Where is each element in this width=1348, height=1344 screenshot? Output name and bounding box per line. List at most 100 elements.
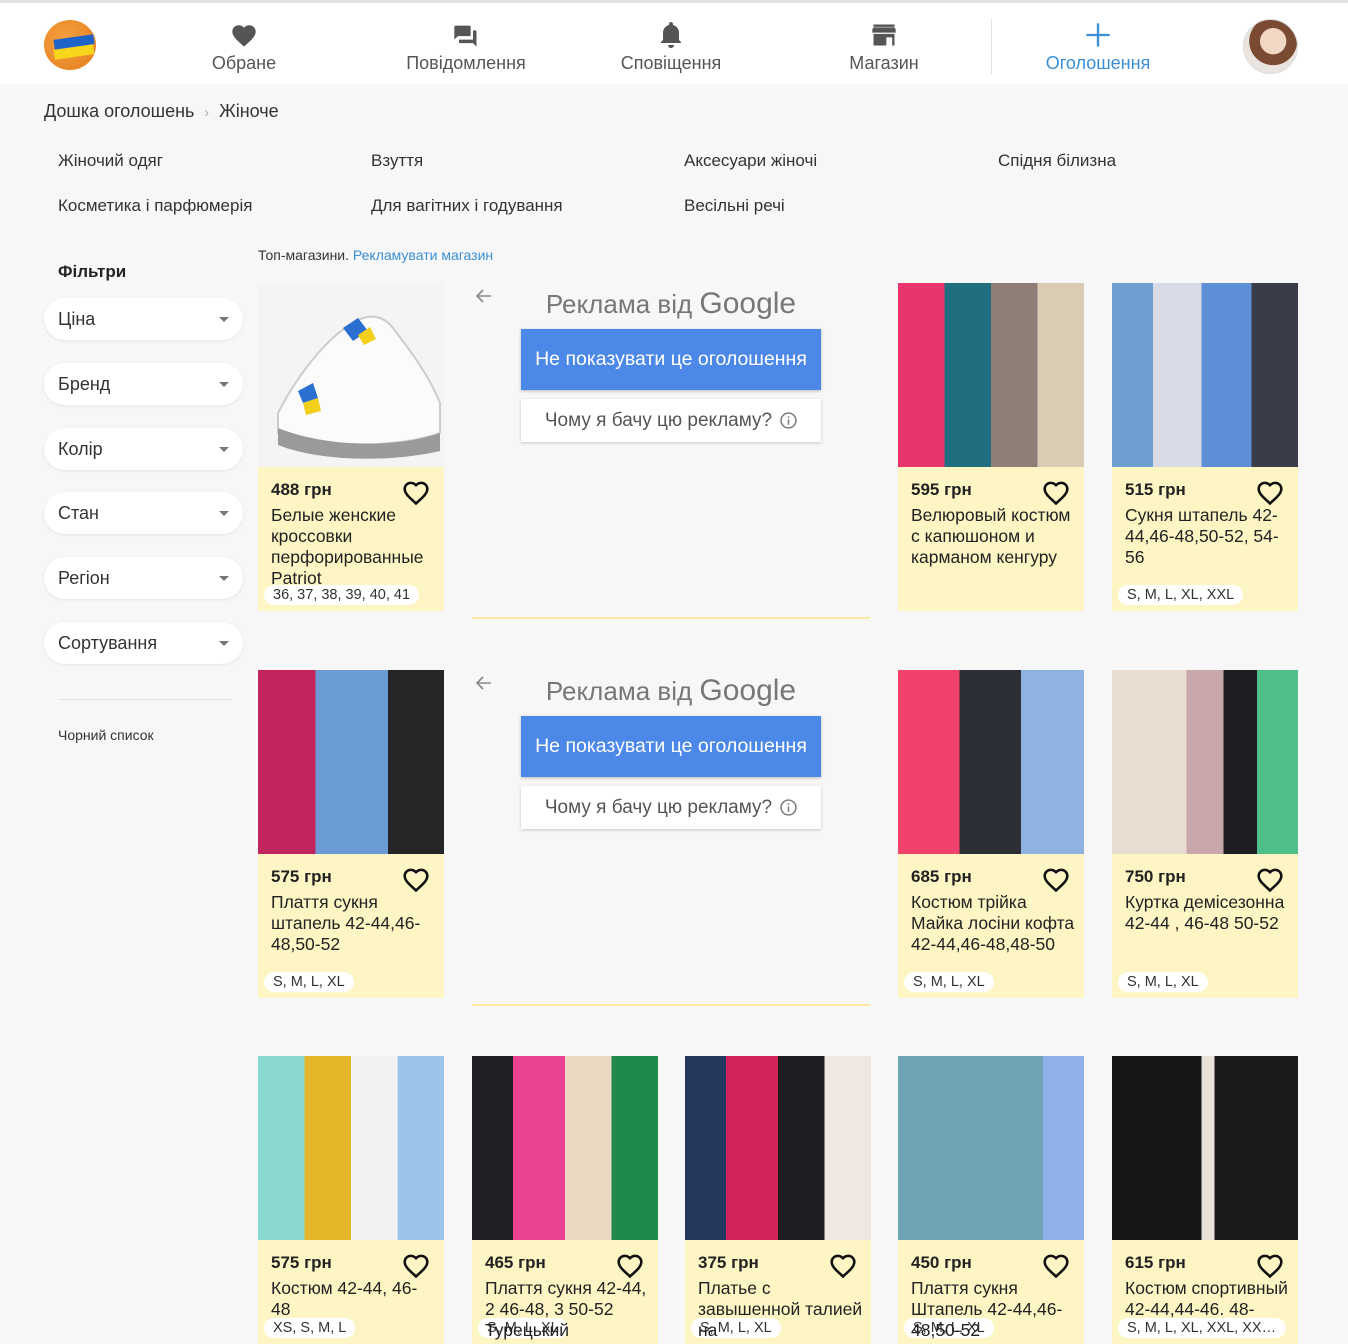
listing-card[interactable]: S, M, L, XL 450 грн Плаття сукня Штапель…	[898, 1056, 1084, 1344]
filters-divider	[58, 699, 231, 700]
category-link[interactable]: Косметика і парфюмерія	[58, 196, 252, 216]
listing-title[interactable]: Костюм спортивный 42-44,44-46. 48-	[1125, 1278, 1290, 1320]
blacklist-link[interactable]: Чорний список	[58, 727, 154, 743]
sizes-badge: XS, S, M, L	[264, 1318, 356, 1338]
nav-new-ad[interactable]: Оголошення	[1040, 21, 1156, 74]
heart-outline-icon[interactable]	[1042, 867, 1070, 893]
nav-divider	[991, 19, 992, 74]
sizes-badge: S, M, L, XL	[1118, 972, 1208, 992]
heart-outline-icon[interactable]	[616, 1253, 644, 1279]
sizes-badge: S, M, L, XL, XXL, XXXL	[1118, 1318, 1286, 1338]
bell-icon	[661, 22, 681, 48]
heart-outline-icon[interactable]	[1256, 480, 1284, 506]
listing-price: 575 грн	[271, 867, 332, 886]
nav-favorites[interactable]: Обране	[204, 21, 284, 74]
listing-title[interactable]: Плаття сукня 42-44, 2 46-48, 3 50-52 Тур…	[485, 1278, 650, 1341]
listing-card[interactable]: S, M, L, XL 375 грн Платье с завышенной …	[685, 1056, 871, 1344]
listing-card[interactable]: 36, 37, 38, 39, 40, 41 488 грн Белые жен…	[258, 283, 444, 611]
listing-price: 465 грн	[485, 1253, 546, 1272]
nav-messages[interactable]: Повідомлення	[398, 21, 534, 74]
heart-outline-icon[interactable]	[1042, 480, 1070, 506]
top-header: Обране Повідомлення Сповіщення Магазин О…	[0, 0, 1348, 84]
info-icon	[780, 799, 797, 816]
caret-down-icon	[219, 381, 229, 387]
listing-card[interactable]: S, M, L, XL 750 грн Куртка демісезонна 4…	[1112, 670, 1298, 998]
listing-image	[685, 1056, 871, 1240]
heart-outline-icon[interactable]	[1256, 867, 1284, 893]
listing-title[interactable]: Белые женские кроссовки перфорированные …	[271, 505, 436, 589]
filter-label: Стан	[58, 502, 99, 523]
listing-card[interactable]: S, M, L, XL 465 грн Плаття сукня 42-44, …	[472, 1056, 658, 1344]
heart-outline-icon[interactable]	[402, 1253, 430, 1279]
heart-icon	[232, 25, 256, 47]
listing-title[interactable]: Платье с завышенной талией на	[698, 1278, 863, 1341]
category-link[interactable]: Для вагітних і годування	[371, 196, 563, 216]
google-ad-block: Реклама від Google Не показувати це огол…	[472, 284, 870, 619]
user-avatar[interactable]	[1243, 19, 1298, 74]
advertise-shop-link[interactable]: Рекламувати магазин	[353, 247, 493, 263]
listing-title[interactable]: Плаття сукня штапель 42-44,46-48,50-52	[271, 892, 436, 955]
ad-divider	[472, 1004, 870, 1006]
listing-card[interactable]: XS, S, M, L 575 грн Костюм 42-44, 46-48	[258, 1056, 444, 1344]
nav-shop[interactable]: Магазин	[842, 21, 926, 74]
category-link[interactable]: Жіночий одяг	[58, 151, 163, 171]
listing-card[interactable]: S, M, L, XL, XXL, XXXL 615 грн Костюм сп…	[1112, 1056, 1298, 1344]
hide-ad-button[interactable]: Не показувати це оголошення	[521, 716, 821, 777]
category-link[interactable]: Спідня білизна	[998, 151, 1116, 171]
listing-title[interactable]: Костюм трійка Майка лосіни кофта 42-44,4…	[911, 892, 1076, 955]
listing-title[interactable]: Сукня штапель 42-44,46-48,50-52, 54-56	[1125, 505, 1290, 568]
nav-shop-label: Магазин	[849, 53, 919, 73]
heart-outline-icon[interactable]	[829, 1253, 857, 1279]
sizes-badge: S, M, L, XL	[904, 972, 994, 992]
listing-title[interactable]: Велюровый костюм с капюшоном и карманом …	[911, 505, 1076, 568]
nav-favorites-label: Обране	[211, 53, 277, 73]
filter-sort[interactable]: Сортування	[44, 622, 243, 664]
listing-card[interactable]: 595 грн Велюровый костюм с капюшоном и к…	[898, 283, 1084, 611]
why-ad-label: Чому я бачу цю рекламу?	[544, 796, 773, 818]
breadcrumb-current: Жіноче	[219, 101, 279, 121]
sizes-badge: S, M, L, XL, XXL	[1118, 585, 1244, 605]
listing-card[interactable]: S, M, L, XL 685 грн Костюм трійка Майка …	[898, 670, 1084, 998]
category-link[interactable]: Аксесуари жіночі	[684, 151, 817, 171]
why-ad-button[interactable]: Чому я бачу цю рекламу?	[521, 399, 821, 442]
listing-card[interactable]: S, M, L, XL 575 грн Плаття сукня штапель…	[258, 670, 444, 998]
listing-title[interactable]: Куртка демісезонна 42-44 , 46-48 50-52	[1125, 892, 1290, 934]
google-logo-text: Google	[699, 287, 797, 320]
listing-title[interactable]: Плаття сукня Штапель 42-44,46-48,50-52	[911, 1278, 1076, 1341]
breadcrumb-root[interactable]: Дошка оголошень	[44, 101, 194, 122]
why-ad-button[interactable]: Чому я бачу цю рекламу?	[521, 786, 821, 829]
heart-outline-icon[interactable]	[402, 480, 430, 506]
info-icon	[780, 412, 797, 429]
ad-title: Реклама від Google	[472, 287, 870, 321]
listing-image	[898, 670, 1084, 854]
listing-title[interactable]: Костюм 42-44, 46-48	[271, 1278, 436, 1320]
heart-outline-icon[interactable]	[402, 867, 430, 893]
breadcrumb: Дошка оголошень › Жіноче	[44, 101, 279, 122]
sizes-badge: S, M, L, XL	[264, 972, 354, 992]
filter-brand[interactable]: Бренд	[44, 363, 243, 405]
category-link[interactable]: Взуття	[371, 151, 423, 171]
caret-down-icon	[219, 510, 229, 516]
filter-region[interactable]: Регіон	[44, 557, 243, 599]
filter-condition[interactable]: Стан	[44, 492, 243, 534]
filter-label: Регіон	[58, 567, 110, 588]
filter-label: Бренд	[58, 373, 111, 394]
caret-down-icon	[219, 446, 229, 452]
listing-image	[1112, 283, 1298, 467]
why-ad-label: Чому я бачу цю рекламу?	[544, 409, 773, 431]
filter-price[interactable]: Ціна	[44, 298, 243, 340]
listing-image	[472, 1056, 658, 1240]
nav-notifications[interactable]: Сповіщення	[613, 21, 729, 74]
hide-ad-button[interactable]: Не показувати це оголошення	[521, 329, 821, 390]
listing-image	[1112, 670, 1298, 854]
site-logo[interactable]	[44, 20, 96, 70]
heart-outline-icon[interactable]	[1256, 1253, 1284, 1279]
heart-outline-icon[interactable]	[1042, 1253, 1070, 1279]
category-link[interactable]: Весільні речі	[684, 196, 785, 216]
filter-color[interactable]: Колір	[44, 428, 243, 470]
listing-card[interactable]: S, M, L, XL, XXL 515 грн Сукня штапель 4…	[1112, 283, 1298, 611]
nav-messages-label: Повідомлення	[406, 53, 526, 73]
listing-image	[258, 670, 444, 854]
listing-price: 750 грн	[1125, 867, 1186, 886]
sneaker-image	[258, 283, 444, 467]
